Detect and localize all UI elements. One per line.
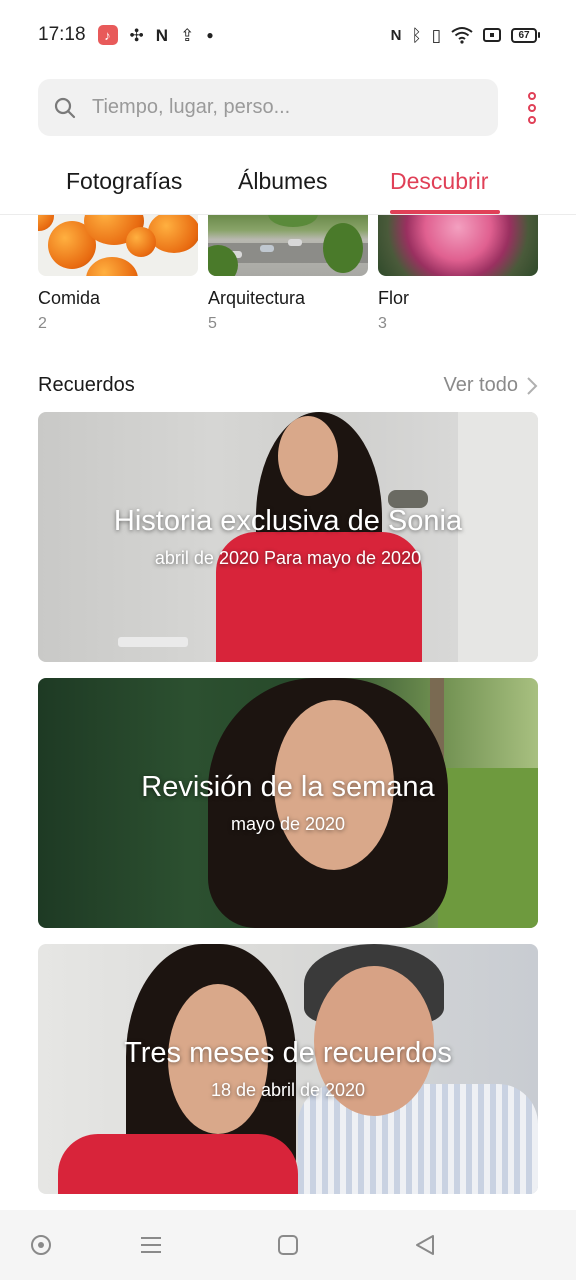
battery-level: 67 [511,27,537,43]
wifi-icon [451,27,473,44]
memory-title: Tres meses de recuerdos [124,1037,452,1069]
category-count: 5 [208,315,217,332]
memories-header: Recuerdos Ver todo [38,374,538,400]
system-nav-bar [0,1210,576,1280]
search-input[interactable]: Tiempo, lugar, perso... [38,79,498,136]
tab-bar: Fotografías Álbumes Descubrir [0,160,576,215]
memory-card[interactable]: Historia exclusiva de Sonia abril de 202… [38,412,538,662]
upload-icon: ⇪ [180,25,195,45]
cast-icon [483,28,501,42]
bluetooth-icon: ᛒ [411,25,422,45]
category-name: Arquitectura [208,288,306,308]
category-flower[interactable]: Flor 3 [378,215,538,333]
view-all-label: Ver todo [443,374,518,396]
memory-subtitle: 18 de abril de 2020 [210,1080,366,1100]
back-button[interactable] [412,1232,438,1258]
category-row: Comida 2 Arquitectura 5 Flor 3 [38,215,538,335]
memory-card[interactable]: Revisión de la semana mayo de 2020 [38,678,538,928]
more-options-icon [528,92,536,100]
tab-photos[interactable]: Fotografías [66,168,182,195]
category-food[interactable]: Comida 2 [38,215,198,333]
memory-subtitle: abril de 2020 Para mayo de 2020 [154,548,422,568]
category-architecture[interactable]: Arquitectura 5 [208,215,368,333]
search-placeholder: Tiempo, lugar, perso... [92,96,291,118]
memory-title: Historia exclusiva de Sonia [113,505,463,537]
recents-button[interactable] [138,1232,164,1258]
music-app-icon: ♪ [97,25,118,45]
view-all-link[interactable]: Ver todo [443,374,538,397]
memory-card[interactable]: Tres meses de recuerdos 18 de abril de 2… [38,944,538,1194]
netflix-icon: N [155,25,169,45]
category-name: Comida [38,288,101,308]
home-button[interactable] [275,1232,301,1258]
notification-icons: ♪ ✣ N ⇪ ● [97,25,214,45]
search-icon [54,97,76,118]
dot-icon: ● [206,28,214,42]
more-options-button[interactable] [520,92,544,124]
pinwheel-icon: ✣ [129,25,144,45]
memory-subtitle: mayo de 2020 [230,814,346,834]
memory-title: Revisión de la semana [141,771,435,803]
tab-discover[interactable]: Descubrir [390,168,488,195]
chevron-right-icon [527,376,538,395]
square-icon [278,1235,298,1255]
back-triangle-icon [416,1235,434,1255]
circle-dot-icon [31,1235,51,1255]
status-time: 17:18 [38,24,86,45]
memory-card-text: Tres meses de recuerdos 18 de abril de 2… [38,944,538,1194]
nfc-icon: N [390,26,402,44]
category-thumbnail [38,215,198,276]
category-count: 2 [38,315,47,332]
battery-icon: 67 [511,27,540,43]
status-right-icons: N ᛒ ▯ 67 [391,26,540,44]
section-title: Recuerdos [38,374,135,396]
vibrate-icon: ▯ [431,25,441,45]
category-count: 3 [378,315,387,332]
category-name: Flor [378,288,409,308]
category-thumbnail [378,215,538,276]
active-tab-indicator [390,210,500,214]
memory-card-text: Historia exclusiva de Sonia abril de 202… [38,412,538,662]
category-thumbnail [208,215,368,276]
status-bar: 17:18 ♪ ✣ N ⇪ ● N ᛒ ▯ 67 [0,0,576,70]
menu-icon [141,1237,161,1253]
assistant-button[interactable] [28,1232,54,1258]
tab-albums[interactable]: Álbumes [238,168,327,195]
memory-card-text: Revisión de la semana mayo de 2020 [38,678,538,928]
